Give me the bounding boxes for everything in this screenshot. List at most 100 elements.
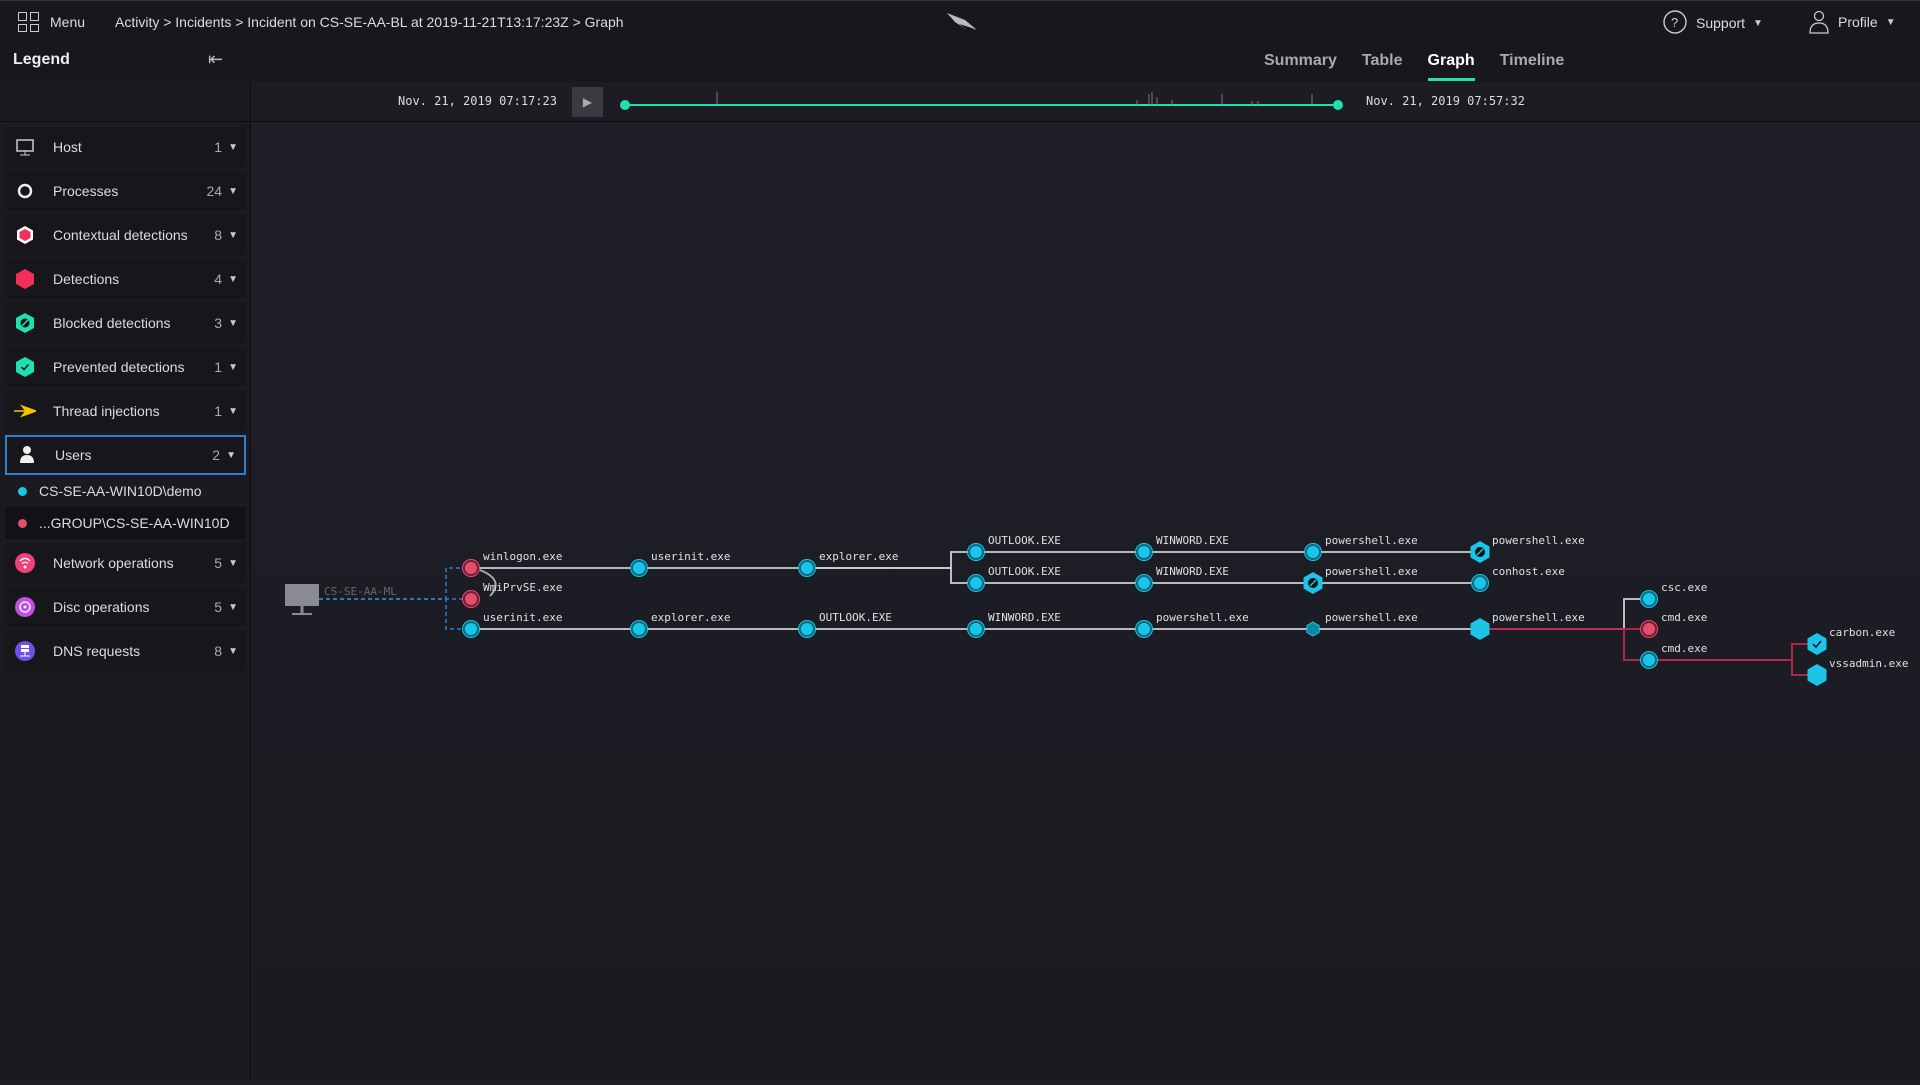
user-profile-icon: [1809, 10, 1829, 34]
process-node-label[interactable]: winlogon.exe: [483, 550, 562, 563]
process-edge: [807, 567, 976, 584]
monitor-icon: [5, 136, 45, 158]
chevron-down-icon[interactable]: ▼: [226, 450, 236, 461]
process-node-icon: [1641, 652, 1657, 668]
process-node-label[interactable]: powershell.exe: [1325, 565, 1418, 578]
timeline-start-handle[interactable]: [620, 100, 630, 110]
legend-item-label: Processes: [53, 183, 119, 199]
process-node-label[interactable]: WINWORD.EXE: [1156, 534, 1229, 547]
process-node-label[interactable]: conhost.exe: [1492, 565, 1565, 578]
process-edge: [1480, 628, 1649, 661]
process-node-label[interactable]: WmiPrvSE.exe: [483, 581, 562, 594]
legend-item-thread-injections[interactable]: Thread injections 1 ▼: [5, 391, 246, 431]
timeline-end-handle[interactable]: [1333, 100, 1343, 110]
chevron-down-icon[interactable]: ▼: [228, 362, 238, 373]
legend-item-disc-operations[interactable]: Disc operations 5 ▼: [5, 587, 246, 627]
process-node-icon: [1136, 544, 1152, 560]
detection-hexagon-icon: [5, 268, 45, 290]
chevron-down-icon[interactable]: ▼: [228, 142, 238, 153]
process-node-label[interactable]: powershell.exe: [1325, 611, 1418, 624]
legend-user-item[interactable]: CS-SE-AA-WIN10D\demo: [5, 475, 246, 507]
prevented-detection-node-icon: [1807, 633, 1827, 655]
legend-item-processes[interactable]: Processes 24 ▼: [5, 171, 246, 211]
process-node-label[interactable]: powershell.exe: [1325, 534, 1418, 547]
legend-item-count: 3: [214, 315, 223, 331]
legend-item-contextual-detections[interactable]: Contextual detections 8 ▼: [5, 215, 246, 255]
legend-item-dns-requests[interactable]: DNS requests 8 ▼: [5, 631, 246, 671]
legend-item-count: 8: [214, 227, 223, 243]
timeline-start: Nov. 21, 2019 07:17:23: [398, 94, 557, 108]
chevron-down-icon[interactable]: ▼: [228, 558, 238, 569]
tab-summary[interactable]: Summary: [1264, 52, 1337, 81]
collapse-legend-icon[interactable]: ⇤: [208, 49, 223, 70]
process-node-label[interactable]: userinit.exe: [483, 611, 562, 624]
legend-item-count: 8: [214, 643, 223, 659]
process-node-label[interactable]: WINWORD.EXE: [988, 611, 1061, 624]
process-node-label[interactable]: powershell.exe: [1156, 611, 1249, 624]
legend-item-host[interactable]: Host 1 ▼: [5, 127, 246, 167]
process-node-icon: [1136, 621, 1152, 637]
play-button[interactable]: ▶: [572, 87, 603, 117]
process-node-icon: [463, 621, 479, 637]
process-node-label[interactable]: OUTLOOK.EXE: [988, 565, 1061, 578]
legend-user-item[interactable]: ...GROUP\CS-SE-AA-WIN10D: [5, 507, 246, 539]
user-color-dot: [18, 518, 27, 528]
legend-item-network-operations[interactable]: Network operations 5 ▼: [5, 543, 246, 583]
legend-item-count: 1: [214, 139, 223, 155]
process-node-label[interactable]: carbon.exe: [1829, 626, 1895, 639]
chevron-down-icon[interactable]: ▼: [228, 646, 238, 657]
legend-item-label: Prevented detections: [53, 359, 185, 375]
tab-graph[interactable]: Graph: [1427, 52, 1475, 81]
process-node-label[interactable]: powershell.exe: [1492, 534, 1585, 547]
support-menu[interactable]: ? Support ▼: [1662, 10, 1763, 36]
legend-item-prevented-detections[interactable]: Prevented detections 1 ▼: [5, 347, 246, 387]
process-node-label[interactable]: cmd.exe: [1661, 642, 1707, 655]
process-node-icon: [1641, 591, 1657, 607]
chevron-down-icon[interactable]: ▼: [228, 274, 238, 285]
chevron-down-icon[interactable]: ▼: [228, 602, 238, 613]
top-bar: Menu Activity > Incidents > Incident on …: [0, 0, 1920, 40]
timeline-bar: Nov. 21, 2019 07:17:23 ▶ Nov. 21, 2019 0…: [252, 82, 1920, 122]
svg-text:?: ?: [1671, 15, 1678, 30]
legend-item-count: 5: [214, 599, 223, 615]
process-node-label[interactable]: csc.exe: [1661, 581, 1707, 594]
process-node-label[interactable]: explorer.exe: [819, 550, 898, 563]
host-edge: [319, 598, 471, 630]
user-label: ...GROUP\CS-SE-AA-WIN10D: [39, 515, 230, 531]
user-icon: [7, 444, 47, 466]
process-node-label[interactable]: cmd.exe: [1661, 611, 1707, 624]
process-node-label[interactable]: WINWORD.EXE: [1156, 565, 1229, 578]
process-edge: [1649, 659, 1817, 676]
process-node-label[interactable]: OUTLOOK.EXE: [819, 611, 892, 624]
tab-timeline[interactable]: Timeline: [1500, 52, 1565, 81]
process-node-label[interactable]: explorer.exe: [651, 611, 730, 624]
legend-item-users[interactable]: Users 2 ▼: [5, 435, 246, 475]
breadcrumb[interactable]: Activity > Incidents > Incident on CS-SE…: [115, 14, 624, 30]
timeline-slider[interactable]: [612, 82, 1352, 122]
legend-item-label: Thread injections: [53, 403, 160, 419]
legend-item-label: Contextual detections: [53, 227, 188, 243]
process-node-icon: [799, 560, 815, 576]
chevron-down-icon[interactable]: ▼: [228, 186, 238, 197]
chevron-down-icon[interactable]: ▼: [228, 230, 238, 241]
process-node-label[interactable]: vssadmin.exe: [1829, 657, 1908, 670]
chevron-down-icon[interactable]: ▼: [228, 406, 238, 417]
host-label: CS-SE-AA-ML: [324, 585, 397, 598]
profile-menu[interactable]: Profile ▼: [1808, 10, 1896, 34]
detection-node-icon: [1807, 664, 1827, 686]
sub-header: Legend ⇤ Summary Table Graph Timeline: [0, 40, 1920, 82]
contextual-hexagon-icon: [5, 224, 45, 246]
legend-item-blocked-detections[interactable]: Blocked detections 3 ▼: [5, 303, 246, 343]
chevron-down-icon[interactable]: ▼: [228, 318, 238, 329]
process-node-label[interactable]: OUTLOOK.EXE: [988, 534, 1061, 547]
legend-item-detections[interactable]: Detections 4 ▼: [5, 259, 246, 299]
legend-item-label: Blocked detections: [53, 315, 171, 331]
process-node-icon: [1472, 575, 1488, 591]
host-monitor-icon: [285, 584, 319, 606]
process-node-icon: [631, 621, 647, 637]
menu-button[interactable]: Menu: [18, 12, 85, 32]
process-graph-canvas[interactable]: CS-SE-AA-ML winlogon.exe WmiPrvSE.exe useri…: [252, 123, 1920, 1080]
process-node-label[interactable]: userinit.exe: [651, 550, 730, 563]
tab-table[interactable]: Table: [1362, 52, 1403, 81]
process-node-label[interactable]: powershell.exe: [1492, 611, 1585, 624]
